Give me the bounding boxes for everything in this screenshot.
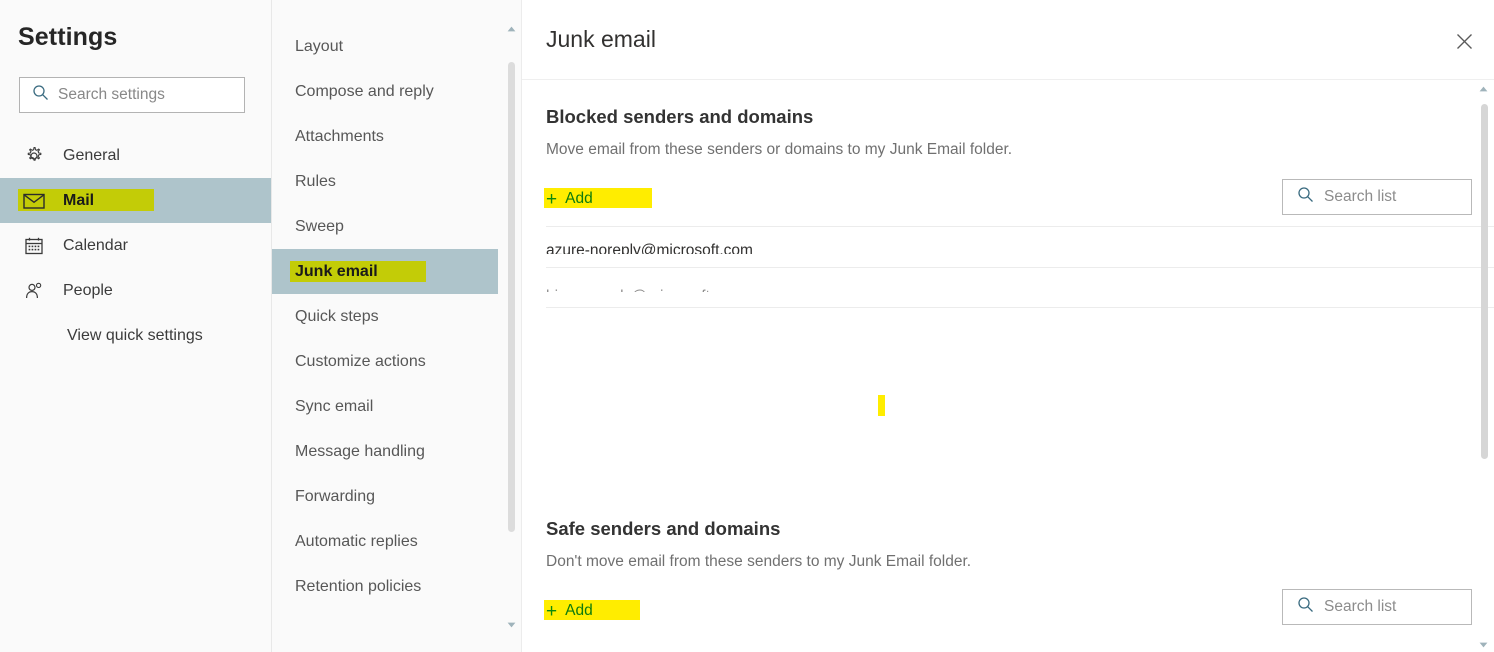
add-blocked-sender-button[interactable]: + Add — [544, 186, 652, 212]
close-icon[interactable] — [1444, 21, 1484, 61]
search-settings-placeholder: Search settings — [58, 86, 165, 103]
envelope-icon — [22, 189, 46, 213]
view-quick-settings-link[interactable]: View quick settings — [67, 327, 203, 345]
mail-settings-nav-list: Layout Compose and reply Attachments Rul… — [272, 24, 498, 609]
nav-item-label: Attachments — [295, 127, 384, 145]
scrollbar-thumb[interactable] — [1481, 104, 1488, 459]
panel-scrollbar[interactable] — [1476, 82, 1492, 652]
search-list-placeholder: Search list — [1324, 188, 1397, 205]
calendar-icon — [22, 234, 46, 258]
nav-item-layout[interactable]: Layout — [272, 24, 498, 69]
nav-item-attachments[interactable]: Attachments — [272, 114, 498, 159]
sidebar-item-mail[interactable]: Mail — [0, 178, 272, 223]
scroll-up-arrow-icon[interactable] — [504, 22, 519, 36]
nav-item-compose-and-reply[interactable]: Compose and reply — [272, 69, 498, 114]
marker-highlight — [544, 188, 652, 208]
blocked-senders-heading: Blocked senders and domains — [546, 106, 814, 127]
safe-search-list-input[interactable]: Search list — [1282, 589, 1472, 625]
scrollbar-thumb[interactable] — [508, 62, 515, 532]
plus-icon: + — [546, 188, 558, 210]
people-icon — [22, 279, 46, 303]
safe-senders-description: Don't move email from these senders to m… — [546, 553, 972, 570]
add-button-label: Add — [565, 190, 593, 207]
page-title: Settings — [18, 23, 118, 51]
nav-item-label: Retention policies — [295, 577, 422, 595]
nav-item-forwarding[interactable]: Forwarding — [272, 474, 498, 519]
scroll-down-arrow-icon[interactable] — [1476, 638, 1491, 652]
nav-item-label: Compose and reply — [295, 82, 434, 100]
nav-item-message-handling[interactable]: Message handling — [272, 429, 498, 474]
nav-item-quick-steps[interactable]: Quick steps — [272, 294, 498, 339]
panel-title: Junk email — [546, 26, 656, 52]
nav-item-label: Junk email — [295, 262, 378, 280]
panel-header: Junk email — [522, 0, 1494, 80]
search-icon — [1297, 596, 1314, 618]
nav-item-label: Quick steps — [295, 307, 379, 325]
scroll-down-arrow-icon[interactable] — [504, 618, 519, 632]
search-list-placeholder: Search list — [1324, 598, 1397, 615]
stray-marker-artifact — [878, 395, 885, 416]
nav-item-automatic-replies[interactable]: Automatic replies — [272, 519, 498, 564]
sidebar-item-label: General — [63, 146, 120, 164]
search-settings-input[interactable]: Search settings — [19, 77, 245, 113]
search-icon — [1297, 186, 1314, 208]
sidebar-item-label: People — [63, 281, 113, 299]
nav-item-label: Automatic replies — [295, 532, 418, 550]
blocked-sender-address: bing-noreply@microsoft.com — [546, 286, 744, 292]
sidebar-item-people[interactable]: People — [0, 268, 272, 313]
scroll-up-arrow-icon[interactable] — [1476, 82, 1491, 96]
search-icon — [32, 84, 49, 106]
nav-item-label: Forwarding — [295, 487, 376, 505]
nav-scrollbar[interactable] — [504, 22, 519, 632]
plus-icon: + — [546, 600, 558, 622]
sidebar-item-label: Mail — [63, 191, 95, 209]
nav-item-label: Rules — [295, 172, 336, 190]
nav-item-label: Customize actions — [295, 352, 426, 370]
nav-item-label: Message handling — [295, 442, 425, 460]
sidebar-item-label: Calendar — [63, 236, 128, 254]
sidebar-item-general[interactable]: General — [0, 133, 272, 178]
nav-item-sweep[interactable]: Sweep — [272, 204, 498, 249]
nav-item-label: Layout — [295, 37, 344, 55]
add-safe-sender-button[interactable]: + Add — [544, 598, 640, 624]
settings-dialog: Settings Search settings General Mail Ca… — [0, 0, 1494, 652]
nav-item-junk-email[interactable]: Junk email — [272, 249, 498, 294]
blocked-senders-description: Move email from these senders or domains… — [546, 141, 1013, 158]
gear-icon — [22, 144, 46, 168]
list-item[interactable]: bing-noreply@microsoft.com — [546, 267, 1494, 308]
nav-item-sync-email[interactable]: Sync email — [272, 384, 498, 429]
panel-body: Blocked senders and domains Move email f… — [522, 80, 1494, 652]
add-button-label: Add — [565, 602, 593, 619]
nav-item-label: Sync email — [295, 397, 374, 415]
nav-item-label: Sweep — [295, 217, 344, 235]
nav-item-rules[interactable]: Rules — [272, 159, 498, 204]
list-item[interactable]: azure-noreply@microsoft.com — [546, 226, 1494, 267]
sidebar-item-calendar[interactable]: Calendar — [0, 223, 272, 268]
blocked-senders-list: azure-noreply@microsoft.com — [546, 226, 1494, 308]
safe-senders-heading: Safe senders and domains — [546, 518, 781, 539]
nav-item-retention-policies[interactable]: Retention policies — [272, 564, 498, 609]
settings-sidebar: Settings Search settings General Mail Ca… — [0, 0, 272, 652]
blocked-search-list-input[interactable]: Search list — [1282, 179, 1472, 215]
nav-item-customize-actions[interactable]: Customize actions — [272, 339, 498, 384]
junk-email-panel: Junk email Blocked senders and domains M… — [522, 0, 1494, 652]
mail-settings-nav: Layout Compose and reply Attachments Rul… — [272, 0, 522, 652]
blocked-sender-address: azure-noreply@microsoft.com — [546, 242, 753, 254]
settings-nav-list: General Mail Calendar People — [0, 133, 272, 313]
